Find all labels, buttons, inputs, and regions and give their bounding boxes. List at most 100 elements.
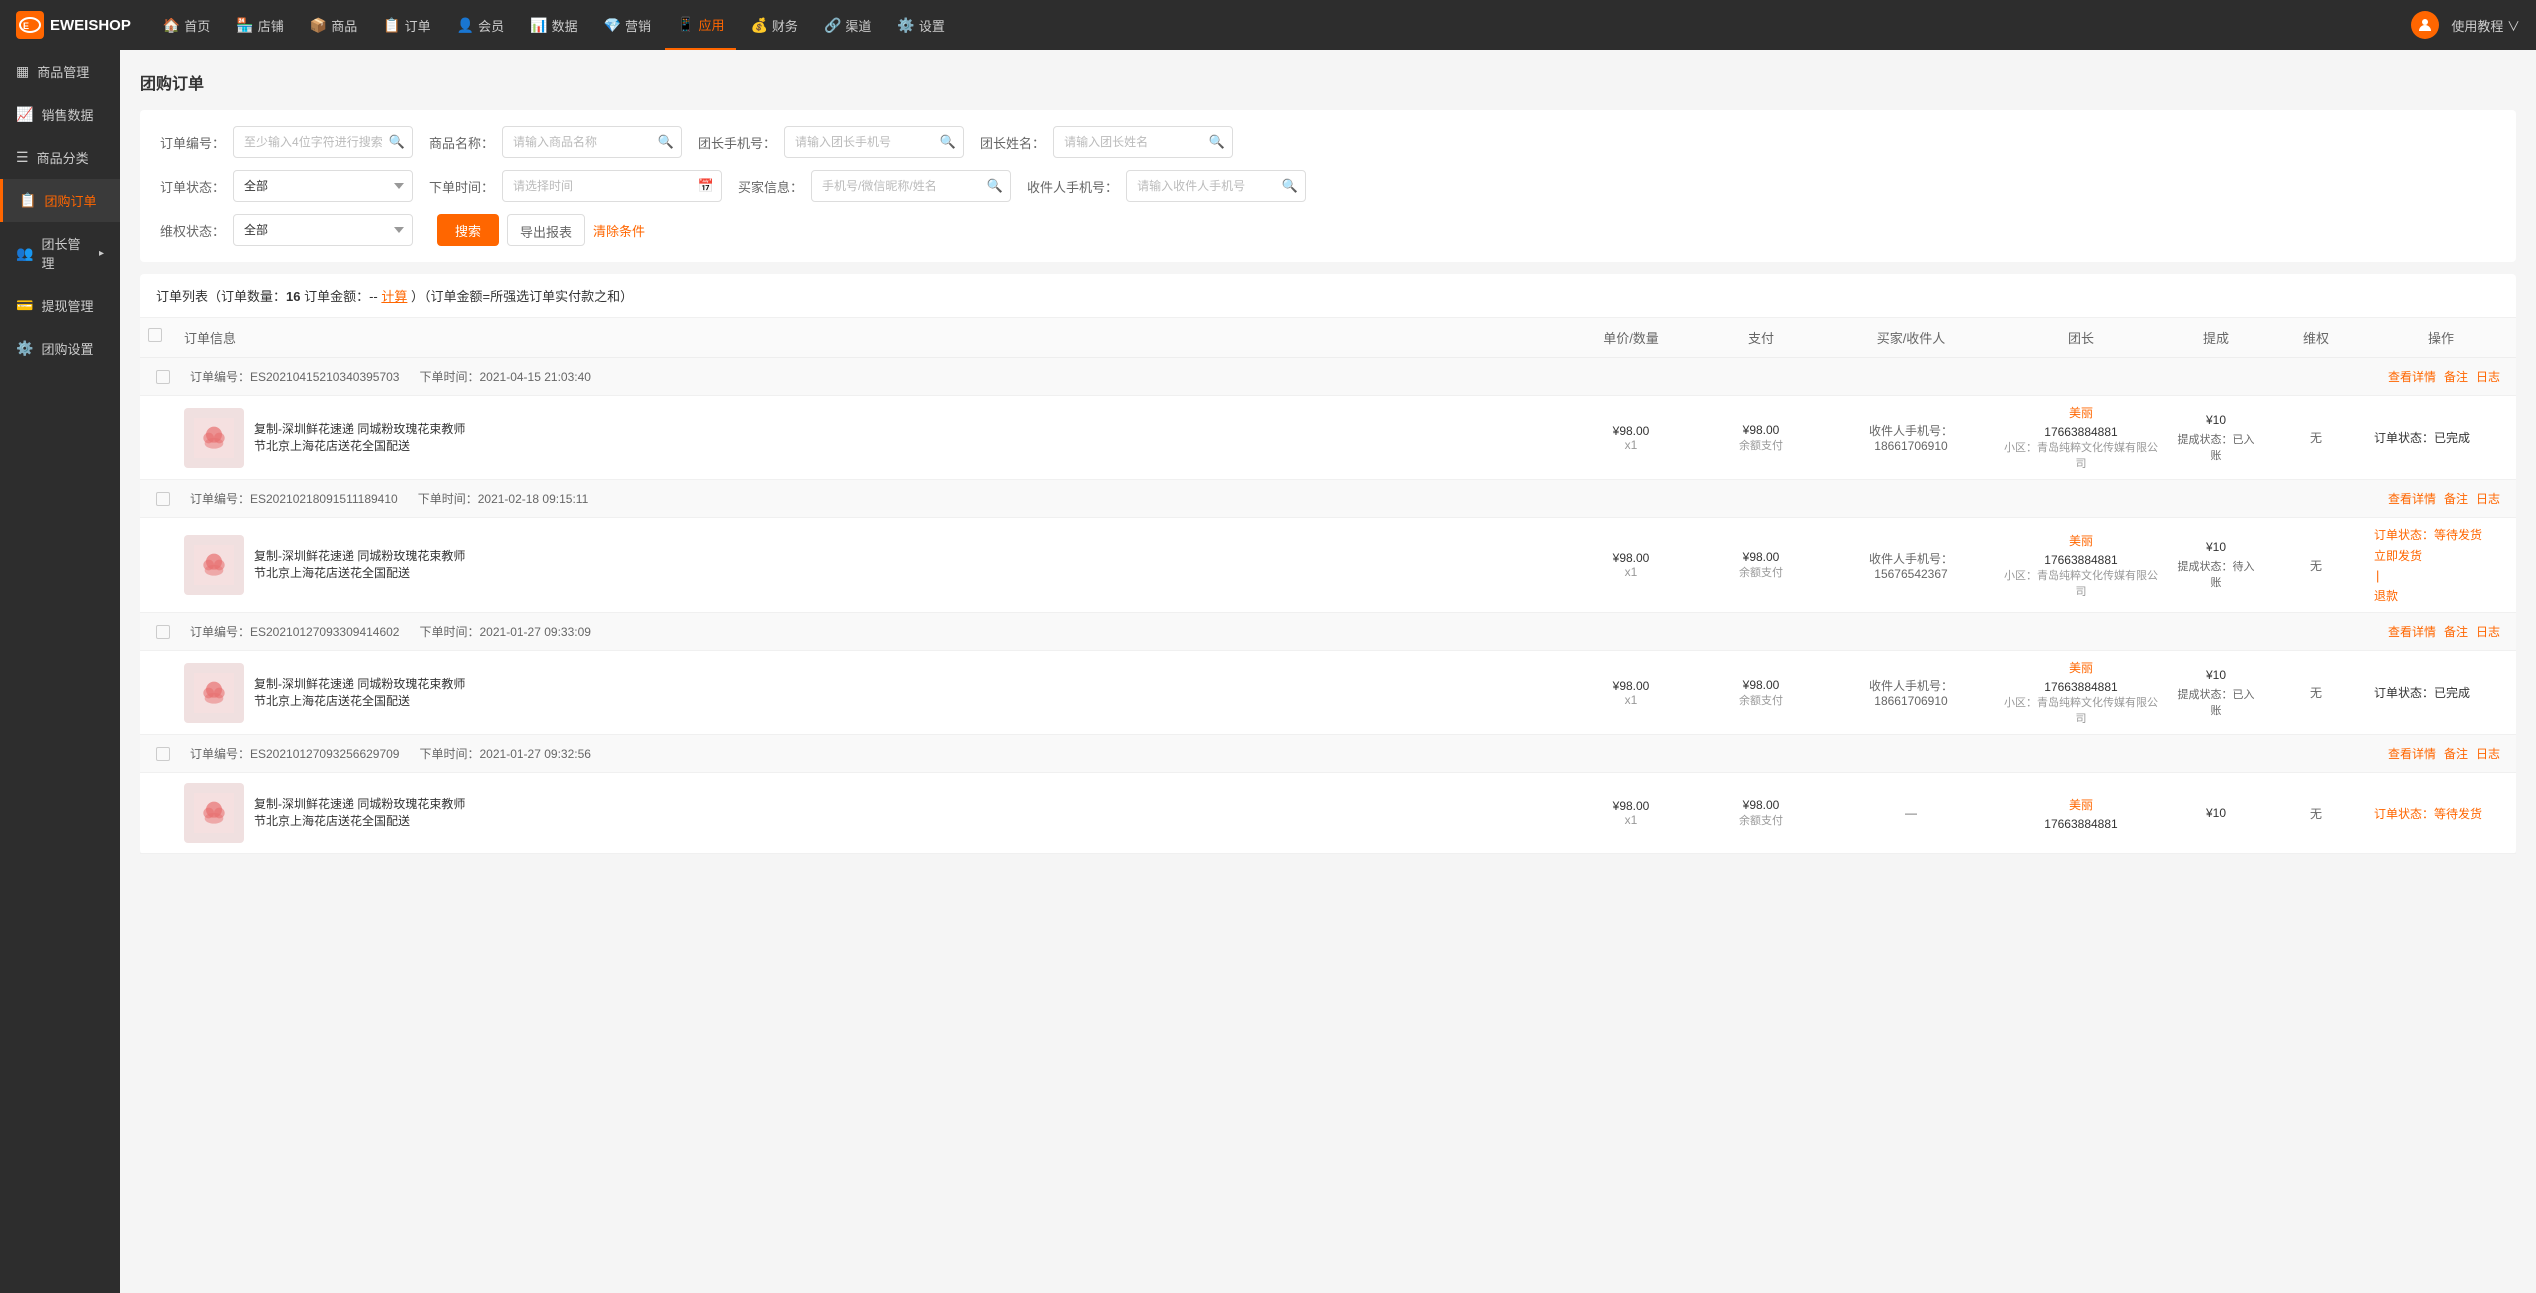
order-no-search-icon[interactable]: 🔍 xyxy=(389,134,405,150)
withdrawal-icon: 💳 xyxy=(16,297,33,314)
product-name-search-icon[interactable]: 🔍 xyxy=(658,134,674,150)
receiver-phone-label: 收件人手机号： xyxy=(1027,177,1118,196)
page-title: 团购订单 xyxy=(140,70,2516,94)
order-3-checkbox[interactable] xyxy=(156,625,170,639)
leader-phone-search-icon[interactable]: 🔍 xyxy=(940,134,956,150)
order-3-receiver-phone: 18661706910 xyxy=(1874,694,1947,708)
nav-data[interactable]: 📊数据 xyxy=(518,0,589,50)
order-1-remark-link[interactable]: 备注 xyxy=(2444,368,2468,385)
nav-order[interactable]: 📋订单 xyxy=(371,0,442,50)
order-2-log-link[interactable]: 日志 xyxy=(2476,490,2500,507)
nav-store[interactable]: 🏪店铺 xyxy=(224,0,295,50)
order-status-select[interactable]: 全部 待付款 待发货 已发货 已完成 已取消 xyxy=(233,170,413,202)
order-3-log-link[interactable]: 日志 xyxy=(2476,623,2500,640)
order-4-leader-phone: 17663884881 xyxy=(2044,817,2117,831)
avatar[interactable] xyxy=(2411,11,2439,39)
nav-product[interactable]: 📦商品 xyxy=(298,0,369,50)
sidebar-item-group-order[interactable]: 📋 团购订单 xyxy=(0,179,120,222)
leader-name-input[interactable] xyxy=(1053,126,1233,158)
order-2-ship-link[interactable]: 立即发货 xyxy=(2374,547,2422,564)
order-2-payment: ¥98.00 余额支付 xyxy=(1696,542,1826,588)
logo[interactable]: E EWEISHOP xyxy=(16,11,131,39)
order-3-product: 复制-深圳鲜花速递 同城粉玫瑰花束教师节北京上海花店送花全国配送 xyxy=(176,653,1566,733)
nav-member[interactable]: 👤会员 xyxy=(445,0,516,50)
order-4-status: 订单状态：等待发货 xyxy=(2374,805,2482,822)
order-3-price: ¥98.00 xyxy=(1613,679,1650,693)
order-block-3: 订单编号：ES20210127093309414602 下单时间：2021-01… xyxy=(140,613,2516,735)
clear-button[interactable]: 清除条件 xyxy=(593,221,645,240)
export-button[interactable]: 导出报表 xyxy=(507,214,585,246)
order-4-checkbox[interactable] xyxy=(156,747,170,761)
nav-marketing[interactable]: 💎营销 xyxy=(592,0,663,50)
table-summary-text: 订单列表（订单数量：16 订单金额：-- 计算 ）（订单金额=所强选订单实付款之… xyxy=(156,286,633,305)
order-status-label: 订单状态： xyxy=(160,177,225,196)
order-time-input[interactable] xyxy=(502,170,722,202)
order-2-remark-link[interactable]: 备注 xyxy=(2444,490,2468,507)
order-2-qty: x1 xyxy=(1625,565,1638,579)
leader-name-search-icon[interactable]: 🔍 xyxy=(1209,134,1225,150)
nav-settings[interactable]: ⚙️设置 xyxy=(885,0,956,50)
store-icon: 🏪 xyxy=(236,17,253,34)
receiver-phone-input[interactable] xyxy=(1126,170,1306,202)
order-2-refund-link[interactable]: 退款 xyxy=(2374,587,2398,604)
sidebar-item-group-settings[interactable]: ⚙️ 团购设置 xyxy=(0,327,120,370)
order-4-product: 复制-深圳鲜花速递 同城粉玫瑰花束教师节北京上海花店送花全国配送 xyxy=(176,773,1566,853)
order-1-leader-name: 美丽 xyxy=(2069,404,2093,421)
order-2-detail-link[interactable]: 查看详情 xyxy=(2388,490,2436,507)
order-no-input[interactable] xyxy=(233,126,413,158)
nav-home[interactable]: 🏠首页 xyxy=(151,0,222,50)
search-button[interactable]: 搜索 xyxy=(437,214,499,246)
order-4-detail-link[interactable]: 查看详情 xyxy=(2388,745,2436,762)
product-icon: 📦 xyxy=(310,17,327,34)
select-all-checkbox[interactable] xyxy=(148,328,162,342)
filter-leader-phone: 团长手机号： 🔍 xyxy=(698,126,964,158)
col-buyer-receiver: 买家/收件人 xyxy=(1826,328,1996,347)
order-4-payment: ¥98.00 余额支付 xyxy=(1696,790,1826,836)
sidebar-item-product-category[interactable]: ☰ 商品分类 xyxy=(0,136,120,179)
buyer-info-input[interactable] xyxy=(811,170,1011,202)
product-name-label: 商品名称： xyxy=(429,133,494,152)
order-1-status: 订单状态：已完成 xyxy=(2374,429,2470,446)
order-4-leader-name: 美丽 xyxy=(2069,796,2093,813)
order-detail-3: 复制-深圳鲜花速递 同城粉玫瑰花束教师节北京上海花店送花全国配送 ¥98.00 … xyxy=(140,651,2516,734)
buyer-info-search-icon[interactable]: 🔍 xyxy=(987,178,1003,194)
nav-channel[interactable]: 🔗渠道 xyxy=(812,0,883,50)
receiver-phone-search-icon[interactable]: 🔍 xyxy=(1282,178,1298,194)
order-1-log-link[interactable]: 日志 xyxy=(2476,368,2500,385)
order-3-detail-link[interactable]: 查看详情 xyxy=(2388,623,2436,640)
order-1-op: 订单状态：已完成 xyxy=(2366,421,2516,454)
sidebar: ▦ 商品管理 📈 销售数据 ☰ 商品分类 📋 团购订单 👥 团长管理 ▸ 💳 提… xyxy=(0,50,120,1293)
leader-manage-icon: 👥 xyxy=(16,245,33,262)
order-4-remark-link[interactable]: 备注 xyxy=(2444,745,2468,762)
order-4-log-link[interactable]: 日志 xyxy=(2476,745,2500,762)
product-name-input[interactable] xyxy=(502,126,682,158)
sidebar-item-product-management[interactable]: ▦ 商品管理 xyxy=(0,50,120,93)
filter-buyer-info: 买家信息： 🔍 xyxy=(738,170,1011,202)
sidebar-item-leader-manage[interactable]: 👥 团长管理 ▸ xyxy=(0,222,120,284)
order-1-checkbox[interactable] xyxy=(156,370,170,384)
order-3-remark-link[interactable]: 备注 xyxy=(2444,623,2468,640)
calendar-icon[interactable]: 📅 xyxy=(698,178,714,194)
order-2-ticheng-status: 提成状态：待入账 xyxy=(2174,558,2258,590)
nav-finance[interactable]: 💰财务 xyxy=(738,0,809,50)
order-2-op: 订单状态：等待发货 立即发货 | 退款 xyxy=(2366,518,2516,612)
sidebar-item-sales-data[interactable]: 📈 销售数据 xyxy=(0,93,120,136)
order-1-detail-link[interactable]: 查看详情 xyxy=(2388,368,2436,385)
weiquan-select[interactable]: 全部 维权中 维权完成 xyxy=(233,214,413,246)
order-4-price-qty: ¥98.00 x1 xyxy=(1566,791,1696,835)
order-3-ticheng-status: 提成状态：已入账 xyxy=(2174,686,2258,718)
order-3-pay-method: 余额支付 xyxy=(1739,692,1783,708)
col-leader: 团长 xyxy=(1996,328,2166,347)
logo-icon: E xyxy=(16,11,44,39)
sidebar-item-withdrawal[interactable]: 💳 提现管理 xyxy=(0,284,120,327)
leader-phone-input[interactable] xyxy=(784,126,964,158)
nav-app[interactable]: 📱应用 xyxy=(665,0,736,50)
order-time-wrap: 📅 xyxy=(502,170,722,202)
calculate-link[interactable]: 计算 xyxy=(381,289,407,304)
product-category-icon: ☰ xyxy=(16,149,29,166)
col-checkbox xyxy=(140,328,176,347)
order-icon: 📋 xyxy=(383,17,400,34)
order-2-checkbox[interactable] xyxy=(156,492,170,506)
user-menu[interactable]: 使用教程 ∨ xyxy=(2451,16,2520,35)
order-1-meta-actions: 查看详情 备注 日志 xyxy=(2388,368,2500,385)
